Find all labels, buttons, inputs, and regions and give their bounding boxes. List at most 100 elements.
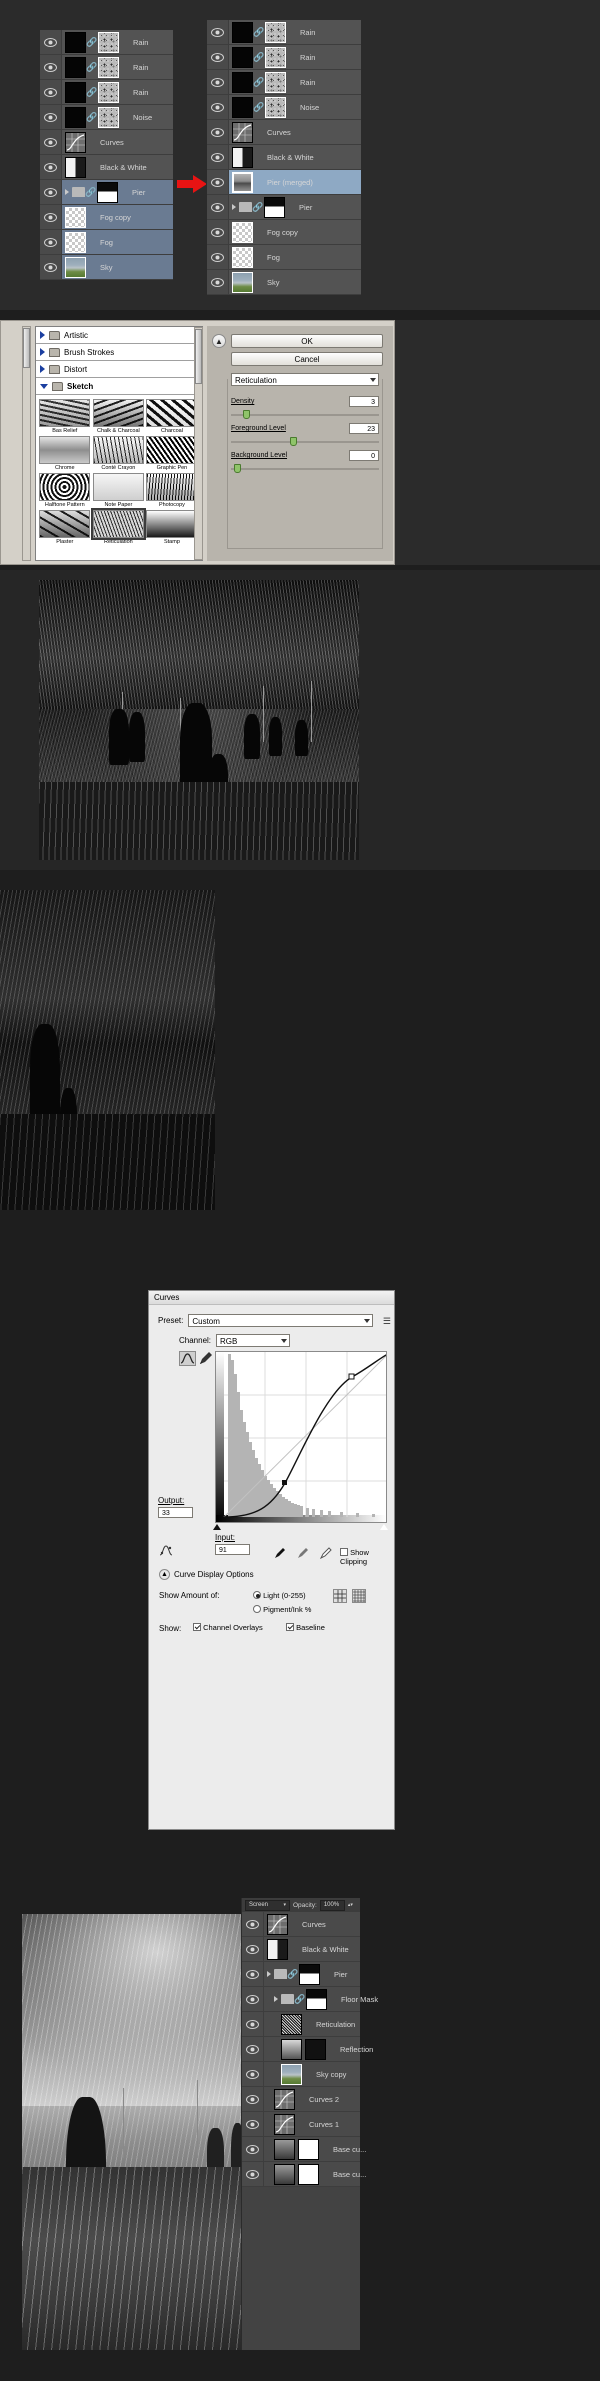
filter-thumbnail[interactable]: Plaster — [39, 510, 91, 545]
group-disclosure-icon[interactable] — [65, 189, 69, 195]
link-icon[interactable]: 🔗 — [86, 112, 97, 123]
layer-visibility-toggle[interactable] — [242, 2162, 264, 2186]
layer-visibility-toggle[interactable] — [40, 230, 62, 254]
layer-visibility-toggle[interactable] — [40, 205, 62, 229]
layer-row[interactable]: 🔗 Floor Mask — [242, 1987, 378, 2012]
chevron-down-icon[interactable] — [40, 383, 48, 389]
layer-row[interactable]: 🔗 Pier — [242, 1962, 360, 1987]
layer-visibility-toggle[interactable] — [242, 2112, 264, 2136]
link-icon[interactable]: 🔗 — [253, 102, 264, 113]
cancel-button[interactable]: Cancel — [231, 352, 383, 366]
layer-row[interactable]: 🔗 Rain — [40, 80, 173, 105]
layer-visibility-toggle[interactable] — [40, 105, 62, 129]
layer-mask-thumbnail[interactable] — [98, 106, 119, 128]
layer-thumbnail[interactable] — [65, 81, 86, 103]
filter-thumbnail[interactable]: Conté Crayon — [92, 436, 144, 471]
layer-thumbnail-sky[interactable] — [65, 256, 86, 278]
layer-row[interactable]: Black & White — [40, 155, 173, 180]
layer-mask-thumbnail[interactable] — [98, 56, 119, 78]
baseline-checkbox[interactable] — [286, 1623, 294, 1631]
preset-menu-icon[interactable]: ☰ — [383, 1316, 391, 1327]
channel-overlays-checkbox[interactable] — [193, 1623, 201, 1631]
link-icon[interactable]: 🔗 — [86, 87, 97, 98]
layer-row[interactable]: 🔗 Noise — [207, 95, 361, 120]
layer-thumbnail-base[interactable] — [274, 2163, 295, 2185]
layer-thumbnail-transparent[interactable] — [65, 231, 86, 253]
filter-name-select[interactable]: Reticulation — [231, 373, 379, 386]
layer-mask-thumbnail[interactable] — [97, 181, 118, 203]
layer-row[interactable]: Reticulation — [242, 2012, 360, 2037]
layer-visibility-toggle[interactable] — [207, 170, 229, 194]
chevron-right-icon[interactable] — [40, 331, 45, 339]
collapse-panel-button[interactable]: ▲ — [212, 334, 226, 348]
filter-thumbnail[interactable]: Note Paper — [92, 473, 144, 508]
final-layers-panel[interactable]: Screen ▾ Opacity: 100% ▴▾ Curves Black & … — [241, 1898, 378, 2350]
layer-thumbnail[interactable] — [232, 96, 253, 118]
layer-visibility-toggle[interactable] — [207, 45, 229, 69]
pigment-radio[interactable] — [253, 1605, 261, 1613]
grid-fine-icon[interactable] — [352, 1589, 366, 1603]
layer-thumbnail-bw[interactable] — [65, 156, 86, 178]
layer-visibility-toggle[interactable] — [207, 120, 229, 144]
layer-thumbnail-curves[interactable] — [65, 131, 86, 153]
layer-mask-thumbnail[interactable] — [265, 71, 286, 93]
layer-visibility-toggle[interactable] — [242, 2012, 264, 2036]
preview-scrollbar[interactable] — [22, 326, 31, 561]
link-icon[interactable]: 🔗 — [253, 52, 264, 63]
layer-visibility-toggle[interactable] — [242, 1962, 264, 1986]
layer-row[interactable]: Curves — [207, 120, 361, 145]
layer-thumbnail-pier[interactable] — [232, 171, 253, 193]
layer-row[interactable]: 🔗 Pier — [40, 180, 173, 205]
filter-thumbnail[interactable]: Bas Relief — [39, 399, 91, 434]
slider-knob[interactable] — [233, 464, 241, 473]
layer-thumbnail[interactable] — [65, 56, 86, 78]
opacity-input[interactable]: 100% — [319, 1899, 345, 1911]
chevron-right-icon[interactable] — [40, 348, 45, 356]
layer-visibility-toggle[interactable] — [207, 95, 229, 119]
filter-param-value[interactable]: 23 — [349, 423, 379, 434]
layer-row[interactable]: Sky — [40, 255, 173, 280]
layer-thumbnail-sky[interactable] — [281, 2063, 302, 2085]
layer-visibility-toggle[interactable] — [207, 70, 229, 94]
filter-list-scrollbar[interactable] — [194, 327, 203, 560]
layer-row[interactable]: 🔗 Rain — [207, 20, 361, 45]
layer-row[interactable]: Fog — [40, 230, 173, 255]
link-icon[interactable]: 🔗 — [252, 202, 263, 213]
layer-row[interactable]: Fog copy — [207, 220, 361, 245]
layer-row[interactable]: 🔗 Rain — [207, 45, 361, 70]
white-point-slider[interactable] — [380, 1524, 388, 1530]
layer-visibility-toggle[interactable] — [40, 55, 62, 79]
output-input[interactable]: 33 — [158, 1507, 193, 1518]
layer-mask-thumbnail[interactable] — [298, 2138, 319, 2160]
layer-thumbnail[interactable] — [232, 21, 253, 43]
layer-row[interactable]: 🔗 Rain — [207, 70, 361, 95]
layer-visibility-toggle[interactable] — [242, 2137, 264, 2161]
layer-visibility-toggle[interactable] — [242, 1912, 264, 1936]
layer-row[interactable]: Reflection — [242, 2037, 373, 2062]
light-radio[interactable] — [253, 1591, 261, 1599]
filter-thumbnail[interactable]: Chalk & Charcoal — [92, 399, 144, 434]
layer-row[interactable]: Pier (merged) — [207, 170, 361, 195]
filter-thumbnail[interactable]: Halftone Pattern — [39, 473, 91, 508]
layer-row[interactable]: 🔗 Noise — [40, 105, 173, 130]
slider-knob[interactable] — [242, 410, 250, 419]
filter-thumbnail[interactable]: Photocopy — [146, 473, 198, 508]
channel-select[interactable]: RGB — [216, 1334, 291, 1347]
layer-visibility-toggle[interactable] — [40, 80, 62, 104]
layer-thumbnail-reflection[interactable] — [281, 2038, 302, 2060]
smooth-curve-icon[interactable] — [159, 1543, 173, 1557]
layer-row[interactable]: 🔗 Rain — [40, 55, 173, 80]
layer-thumbnail[interactable] — [65, 31, 86, 53]
layer-thumbnail[interactable] — [232, 71, 253, 93]
layer-thumbnail[interactable] — [65, 106, 86, 128]
layer-row[interactable]: Fog copy — [40, 205, 173, 230]
layer-thumbnail-curves[interactable] — [274, 2113, 295, 2135]
filter-thumbnail[interactable]: Stamp — [146, 510, 198, 545]
filter-param-slider[interactable] — [231, 464, 379, 473]
link-icon[interactable]: 🔗 — [86, 37, 97, 48]
link-icon[interactable]: 🔗 — [253, 77, 264, 88]
layer-row[interactable]: Sky copy — [242, 2062, 360, 2087]
layer-visibility-toggle[interactable] — [207, 145, 229, 169]
layer-visibility-toggle[interactable] — [207, 20, 229, 44]
show-clipping-checkbox[interactable] — [340, 1548, 348, 1556]
